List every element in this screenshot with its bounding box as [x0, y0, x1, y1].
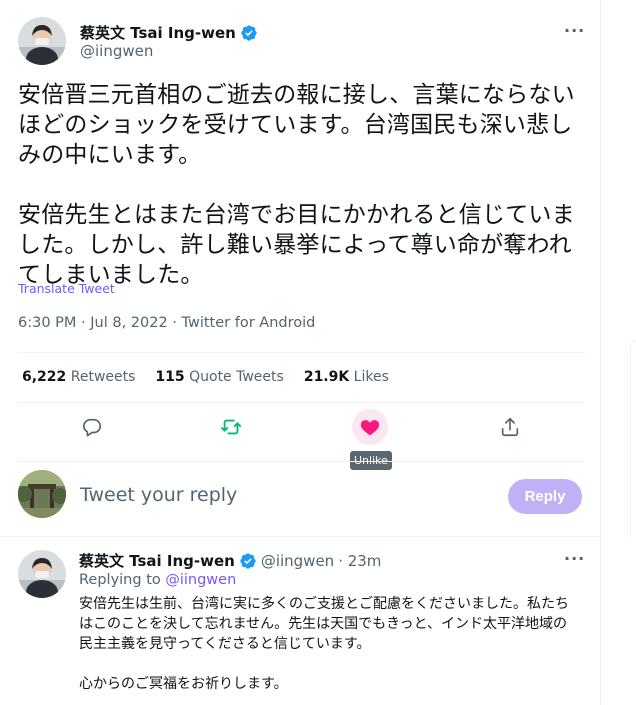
tweet-paragraph: 安倍晋三元首相のご逝去の報に接し、言葉にならないほどのショックを受けています。台…	[18, 82, 575, 168]
divider	[18, 352, 585, 353]
reply-time[interactable]: · 23m	[338, 552, 381, 570]
comment-icon	[81, 416, 103, 438]
reply-button[interactable]: Reply	[508, 479, 582, 514]
reply-author-avatar[interactable]	[18, 550, 66, 598]
author-avatar[interactable]	[18, 17, 66, 65]
divider	[18, 402, 585, 403]
quotes-count: 115	[155, 369, 185, 385]
tweet-text: 安倍晋三元首相のご逝去の報に接し、言葉にならないほどのショックを受けています。台…	[18, 80, 588, 290]
author-handle[interactable]: @iingwen	[80, 42, 153, 60]
retweet-icon	[220, 416, 242, 438]
author-name-row: 蔡英文 Tsai Ing-wen	[80, 22, 258, 43]
tweet-detail-column: 蔡英文 Tsai Ing-wen @iingwen ··· 安倍晋三元首相のご逝…	[0, 0, 601, 705]
quote-tweets-stat[interactable]: 115 Quote Tweets	[155, 369, 283, 385]
tweet-timestamp[interactable]: 6:30 PM · Jul 8, 2022 · Twitter for Andr…	[18, 315, 315, 331]
retweet-action-button[interactable]	[213, 409, 249, 445]
reply-header-row: 蔡英文 Tsai Ing-wen @iingwen · 23m	[79, 550, 381, 571]
current-user-avatar[interactable]	[18, 470, 66, 518]
likes-count: 21.9K	[303, 369, 350, 385]
reply-author-name[interactable]: 蔡英文 Tsai Ing-wen	[79, 550, 235, 571]
divider	[18, 461, 585, 462]
reply-paragraph: 心からのご冥福をお祈りします。	[79, 676, 288, 692]
tweet-stats: 6,222 Retweets 115 Quote Tweets 21.9K Li…	[22, 369, 389, 385]
retweets-label: Retweets	[70, 369, 136, 385]
author-handle-row: @iingwen	[80, 42, 153, 60]
translate-tweet-link[interactable]: Translate Tweet	[18, 281, 115, 296]
more-options-icon[interactable]: ···	[564, 551, 584, 572]
share-action-button[interactable]	[492, 409, 528, 445]
side-panel-edge	[630, 340, 636, 540]
retweets-stat[interactable]: 6,222 Retweets	[22, 369, 135, 385]
divider	[0, 536, 601, 537]
replying-to-label: Replying to	[79, 572, 161, 588]
share-icon	[499, 416, 521, 438]
reply-action-button[interactable]	[74, 409, 110, 445]
quotes-label: Quote Tweets	[189, 369, 284, 385]
replying-to-line: Replying to @iingwen	[79, 572, 236, 588]
heart-filled-icon	[359, 416, 381, 438]
more-options-icon[interactable]: ···	[564, 23, 584, 44]
verified-badge-icon	[239, 552, 257, 570]
replying-to-handle[interactable]: @iingwen	[165, 572, 236, 588]
likes-label: Likes	[353, 369, 389, 385]
tweet-paragraph: 安倍先生とはまた台湾でお目にかかれると信じていました。しかし、許し難い暴挙によっ…	[18, 202, 575, 288]
verified-badge-icon	[240, 24, 258, 42]
retweets-count: 6,222	[22, 369, 67, 385]
reply-text: 安倍先生は生前、台湾に実に多くのご支援とご配慮をくださいました。私たちはこのこと…	[79, 594, 579, 705]
reply-author-handle[interactable]: @iingwen	[261, 552, 334, 570]
likes-stat[interactable]: 21.9K Likes	[304, 369, 389, 385]
like-action-button[interactable]	[352, 409, 388, 445]
reply-paragraph: 安倍先生は生前、台湾に実に多くのご支援とご配慮をくださいました。私たちはこのこと…	[79, 596, 569, 652]
reply-input[interactable]: Tweet your reply	[80, 484, 237, 506]
author-name[interactable]: 蔡英文 Tsai Ing-wen	[80, 22, 236, 43]
